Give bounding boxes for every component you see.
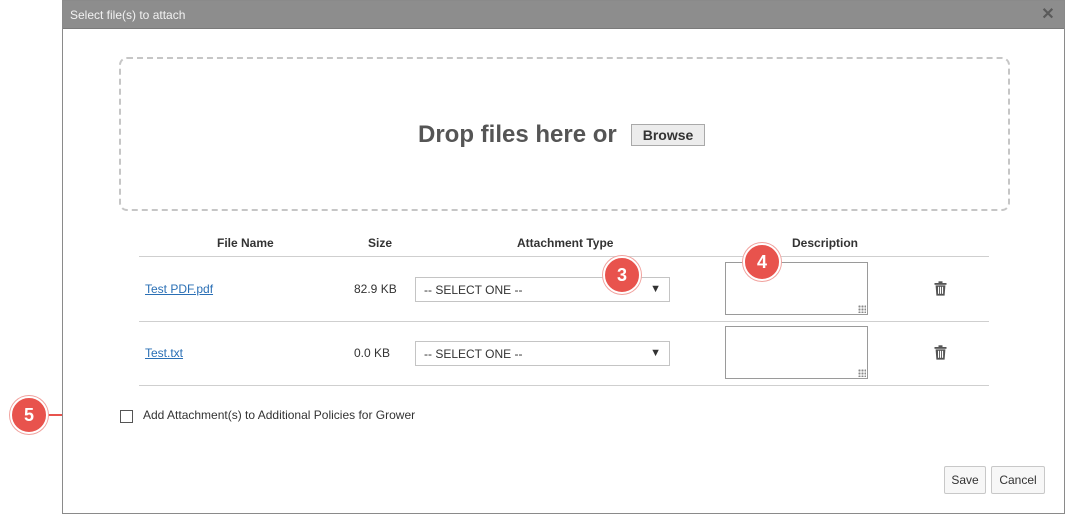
- header-file-name: File Name: [217, 236, 274, 250]
- callout-marker-4: 4: [743, 243, 781, 281]
- callout-marker-3: 3: [603, 256, 641, 294]
- resize-grip-icon[interactable]: [858, 369, 866, 377]
- table-bottom-divider: [139, 385, 989, 386]
- file-name-link[interactable]: Test PDF.pdf: [145, 282, 213, 296]
- dialog-titlebar: Select file(s) to attach ✕: [63, 1, 1064, 29]
- drop-files-text: Drop files here or: [418, 121, 617, 148]
- resize-grip-icon[interactable]: [858, 305, 866, 313]
- attachment-type-select[interactable]: -- SELECT ONE -- ▼: [415, 341, 670, 366]
- callout-marker-5: 5: [10, 396, 48, 434]
- trash-icon[interactable]: [934, 345, 947, 360]
- description-textarea[interactable]: [725, 326, 868, 379]
- dialog-title: Select file(s) to attach: [70, 8, 186, 22]
- additional-policies-label: Add Attachment(s) to Additional Policies…: [143, 408, 416, 422]
- table-row: Test PDF.pdf 82.9 KB -- SELECT ONE -- ▼: [139, 257, 989, 321]
- attachment-type-value: -- SELECT ONE --: [424, 347, 523, 361]
- file-size: 0.0 KB: [354, 346, 391, 360]
- browse-button[interactable]: Browse: [631, 124, 705, 146]
- close-icon[interactable]: ✕: [1040, 7, 1056, 23]
- header-description: Description: [792, 236, 859, 250]
- additional-policies-checkbox[interactable]: [120, 410, 133, 423]
- file-drop-zone[interactable]: Drop files here or Browse: [119, 57, 1010, 211]
- header-size: Size: [368, 236, 393, 250]
- caret-down-icon: ▼: [650, 283, 661, 295]
- file-size: 82.9 KB: [354, 282, 397, 296]
- header-attachment-type: Attachment Type: [517, 236, 614, 250]
- attachment-type-value: -- SELECT ONE --: [424, 283, 523, 297]
- cancel-button[interactable]: Cancel: [991, 466, 1045, 494]
- attach-files-dialog: Select file(s) to attach ✕ Drop files he…: [62, 0, 1065, 514]
- table-row: Test.txt 0.0 KB -- SELECT ONE -- ▼: [139, 321, 989, 385]
- caret-down-icon: ▼: [650, 347, 661, 359]
- trash-icon[interactable]: [934, 281, 947, 296]
- save-button[interactable]: Save: [944, 466, 986, 494]
- file-name-link[interactable]: Test.txt: [145, 346, 183, 360]
